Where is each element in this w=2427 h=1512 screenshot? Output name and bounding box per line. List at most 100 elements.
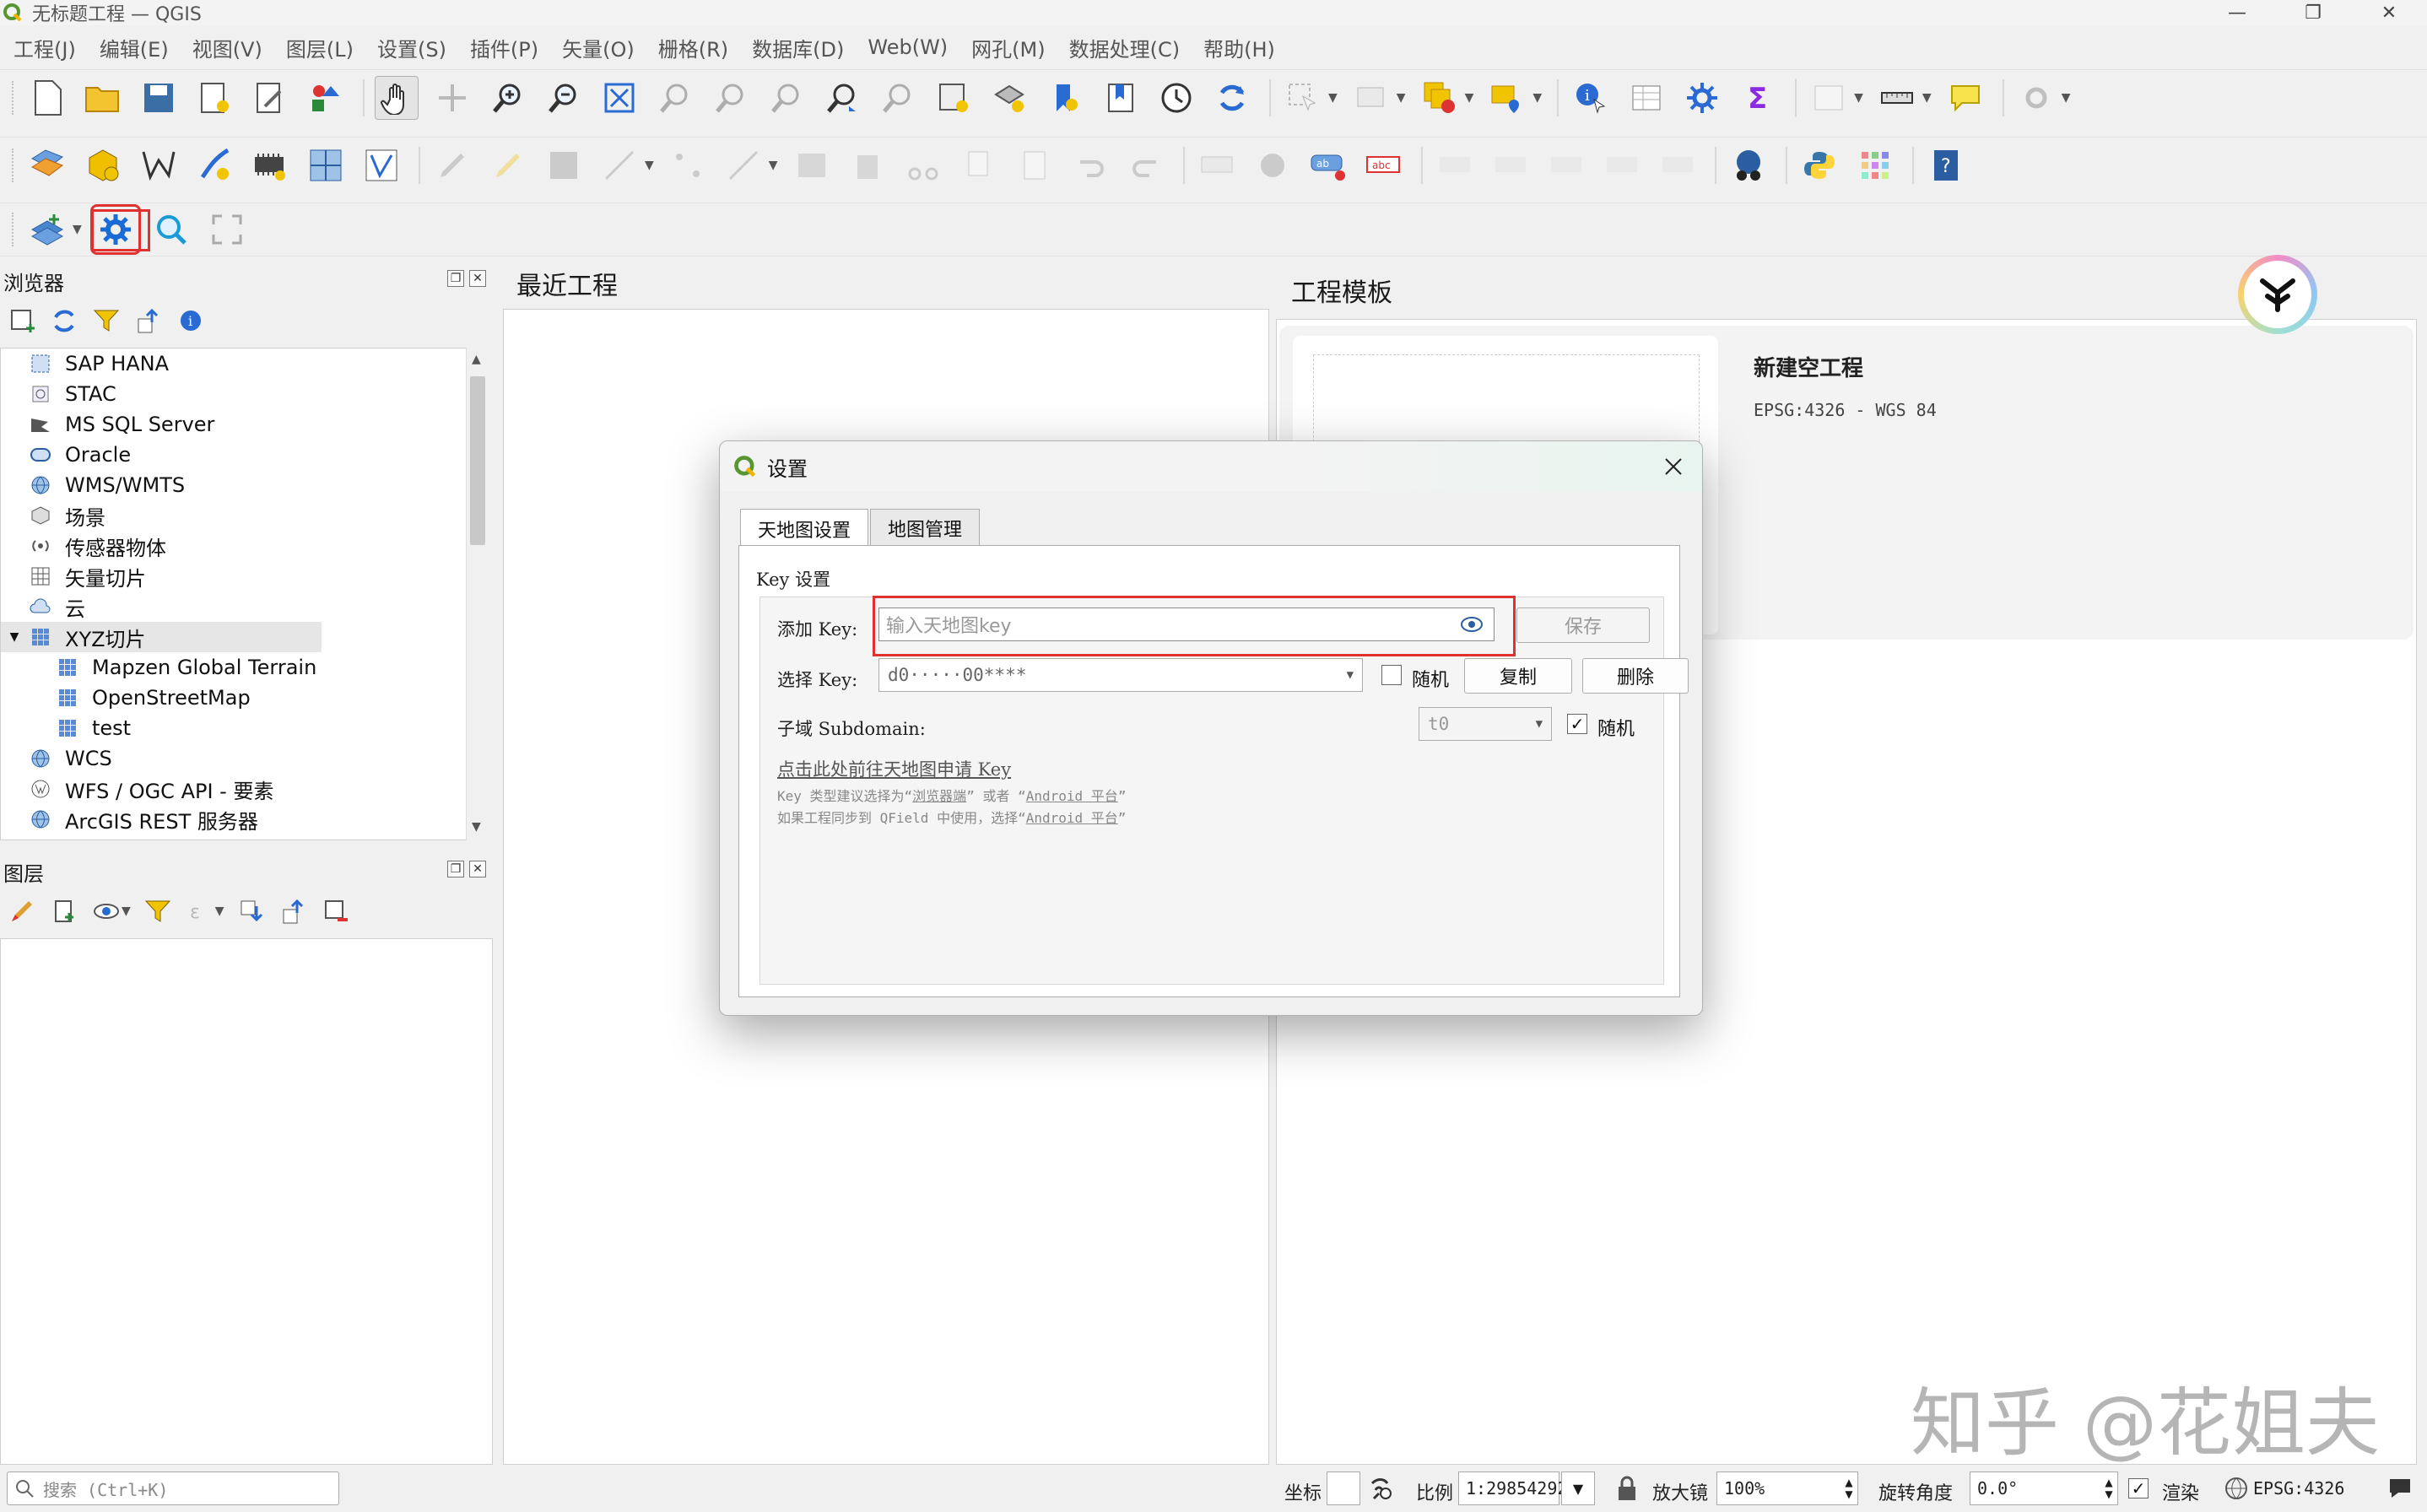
copy-features-icon[interactable]: [957, 143, 1001, 187]
redo-icon[interactable]: [1124, 143, 1168, 187]
modify-dropdown-icon[interactable]: ▼: [769, 159, 778, 172]
label-toolbar-icon[interactable]: [1195, 143, 1239, 187]
fullscreen-icon[interactable]: [205, 208, 249, 251]
tree-item-xyz-tiles[interactable]: ▼ XYZ切片: [1, 622, 322, 652]
tree-item-sensor[interactable]: 传感器物体: [28, 531, 166, 561]
filter-legend-icon[interactable]: [143, 896, 173, 926]
browser-scrollbar[interactable]: ▲ ▼: [466, 348, 489, 840]
help-contents-icon[interactable]: ?: [1924, 143, 1968, 187]
tree-item-oracle[interactable]: Oracle: [28, 440, 131, 470]
close-window-icon[interactable]: ✕: [2351, 0, 2427, 25]
tree-item-arcgis-rest[interactable]: ArcGIS REST 服务器: [28, 804, 258, 834]
search-place-icon[interactable]: [149, 208, 193, 251]
add-group-icon[interactable]: [49, 896, 79, 926]
new-print-layout-icon[interactable]: [192, 76, 236, 120]
expand-arrow-icon[interactable]: ▼: [1, 630, 28, 644]
measure-dropdown-icon[interactable]: ▼: [1922, 91, 1932, 105]
rotate-label-icon[interactable]: [1600, 143, 1644, 187]
modify-attributes-icon[interactable]: [722, 143, 765, 187]
manage-visibility-icon[interactable]: [91, 896, 122, 926]
new-memory-layer-icon[interactable]: [248, 143, 292, 187]
delete-selected-icon[interactable]: [846, 143, 889, 187]
select-features-icon[interactable]: [1281, 76, 1325, 120]
edit-attributes-icon[interactable]: [790, 143, 834, 187]
statistics-summary-icon[interactable]: Σ: [1736, 76, 1780, 120]
minimize-icon[interactable]: —: [2199, 0, 2275, 25]
float-panel-icon[interactable]: ❐: [447, 861, 464, 878]
magnifier-spin-icon[interactable]: ▲ ▼: [1840, 1472, 1858, 1505]
messages-icon[interactable]: [2383, 1472, 2417, 1505]
open-data-source-manager-icon[interactable]: [25, 143, 69, 187]
pan-map-icon[interactable]: [375, 75, 419, 120]
identify-features-icon[interactable]: i: [1569, 76, 1613, 120]
crs-label[interactable]: EPSG:4326: [2253, 1478, 2344, 1498]
layout-manager-icon[interactable]: [248, 76, 292, 120]
zoom-full-icon[interactable]: [597, 76, 641, 120]
menu-web[interactable]: Web(W): [868, 35, 948, 59]
subdomain-combo[interactable]: t0 ▼: [1419, 707, 1552, 741]
select-location-icon[interactable]: [1485, 76, 1529, 120]
subdomain-random-checkbox[interactable]: ✓: [1567, 714, 1587, 734]
menu-plugins[interactable]: 插件(P): [470, 33, 538, 62]
tree-item-wcs[interactable]: WCS: [28, 743, 112, 774]
vertex-tool-icon[interactable]: [666, 143, 710, 187]
magnifier-field[interactable]: 100%: [1716, 1472, 1858, 1505]
style-manager-icon[interactable]: [304, 76, 348, 120]
show-hide-labels-icon[interactable]: [1489, 143, 1532, 187]
tree-item-osm[interactable]: OpenStreetMap: [55, 683, 251, 713]
tree-item-mssql[interactable]: MS SQL Server: [28, 409, 214, 440]
filter-expression-icon[interactable]: ε: [185, 896, 215, 926]
processing-toolbox-icon[interactable]: [1680, 76, 1724, 120]
new-geopackage-layer-icon[interactable]: [81, 143, 125, 187]
zoom-next-icon[interactable]: [876, 76, 920, 120]
current-edits-icon[interactable]: [430, 143, 474, 187]
add-layer-dropdown-icon[interactable]: ▼: [73, 223, 82, 236]
random-key-checkbox[interactable]: [1381, 665, 1402, 685]
apply-key-link[interactable]: 点击此处前往天地图申请 Key: [777, 756, 1011, 781]
new-shapefile-layer-icon[interactable]: [137, 143, 181, 187]
pan-to-selection-icon[interactable]: [430, 76, 474, 120]
scale-dropdown-icon[interactable]: ▼: [1561, 1472, 1595, 1505]
save-project-icon[interactable]: [137, 76, 181, 120]
crs-globe-icon[interactable]: [2219, 1472, 2253, 1505]
new-mesh-layer-icon[interactable]: [359, 143, 403, 187]
collapse-all-icon[interactable]: [133, 305, 164, 336]
zoom-last-icon[interactable]: [820, 76, 864, 120]
menu-project[interactable]: 工程(J): [14, 33, 76, 62]
locator-search-input[interactable]: 搜索 (Ctrl+K): [7, 1472, 339, 1505]
digitize-line-icon[interactable]: [597, 143, 641, 187]
delete-key-button[interactable]: 删除: [1582, 658, 1689, 694]
select-location-dropdown-icon[interactable]: ▼: [1532, 91, 1542, 105]
rotation-spin-icon[interactable]: ▲ ▼: [2100, 1472, 2118, 1505]
refresh-icon[interactable]: [1210, 76, 1254, 120]
plugin-dropdown-icon[interactable]: ▼: [2062, 91, 2071, 105]
select-dropdown-icon[interactable]: ▼: [1328, 91, 1338, 105]
menu-raster[interactable]: 栅格(R): [658, 33, 728, 62]
move-label-icon[interactable]: [1544, 143, 1588, 187]
new-map-view-icon[interactable]: [932, 76, 976, 120]
tab-tianditu-settings[interactable]: 天地图设置: [740, 509, 869, 548]
open-attribute-table-icon[interactable]: [1624, 76, 1668, 120]
save-key-button[interactable]: 保存: [1516, 608, 1650, 643]
new-spatialite-layer-icon[interactable]: [192, 143, 236, 187]
select-by-value-icon[interactable]: [1349, 76, 1393, 120]
open-layer-styling-icon[interactable]: [7, 896, 37, 926]
diagram-options-icon[interactable]: [1251, 143, 1295, 187]
remove-layer-icon[interactable]: [321, 896, 351, 926]
layer-labeling-icon[interactable]: ab: [1306, 143, 1350, 187]
map-tips-icon[interactable]: [1943, 76, 1987, 120]
toggle-extents-icon[interactable]: [1364, 1472, 1397, 1505]
properties-info-icon[interactable]: i: [176, 305, 206, 336]
new-bookmark-icon[interactable]: [1043, 76, 1087, 120]
python-console-icon[interactable]: [1797, 143, 1841, 187]
zoom-to-layer-icon[interactable]: [709, 76, 753, 120]
add-layer-icon[interactable]: [25, 208, 69, 251]
refresh-browser-icon[interactable]: [49, 305, 79, 336]
menu-vector[interactable]: 矢量(O): [562, 33, 635, 62]
lock-scale-icon[interactable]: [1610, 1472, 1644, 1505]
menu-view[interactable]: 视图(V): [192, 33, 262, 62]
field-calc-dropdown-icon[interactable]: ▼: [1854, 91, 1863, 105]
plugin-grid-icon[interactable]: [1853, 143, 1897, 187]
plugin-gear-icon[interactable]: [2014, 76, 2058, 120]
zoom-in-icon[interactable]: [486, 76, 530, 120]
